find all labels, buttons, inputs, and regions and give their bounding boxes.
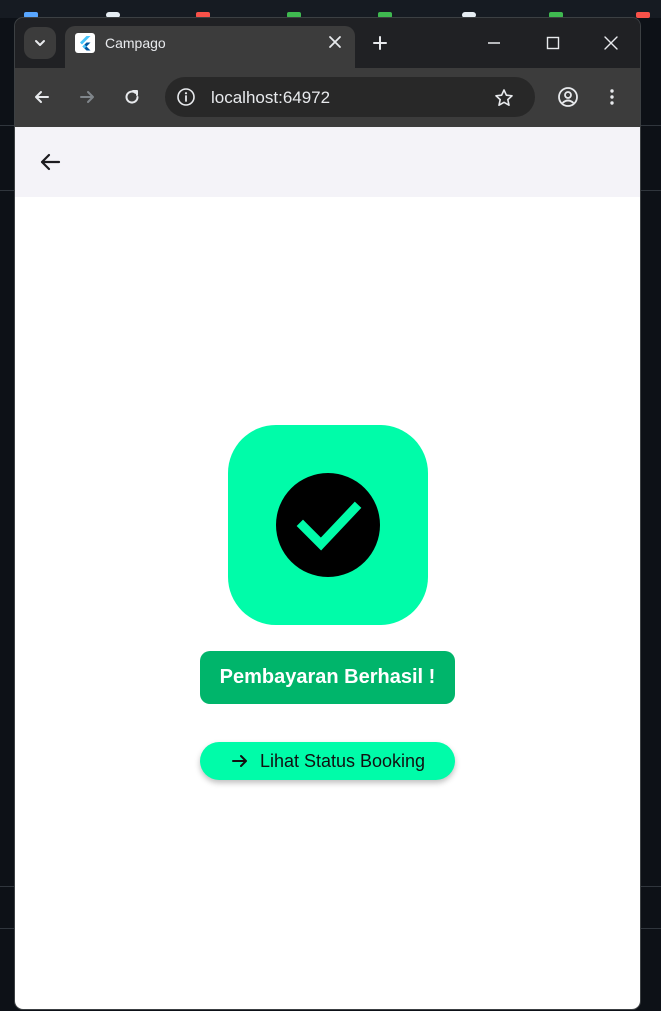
view-booking-status-button[interactable]: Lihat Status Booking xyxy=(200,742,455,780)
chevron-down-icon xyxy=(35,40,45,46)
arrow-left-icon xyxy=(35,91,49,103)
check-circle-icon xyxy=(276,473,380,577)
arrow-right-icon xyxy=(80,91,94,103)
payment-success-banner: Pembayaran Berhasil ! xyxy=(200,651,455,704)
success-illustration xyxy=(228,425,428,625)
back-button[interactable] xyxy=(35,147,65,177)
bookmark-star-icon[interactable] xyxy=(491,85,517,111)
close-icon xyxy=(604,36,618,50)
forward-nav-button[interactable] xyxy=(74,84,100,110)
browser-window: Campago localhost:64972 Pembayaran Berha… xyxy=(15,18,640,1009)
back-nav-button[interactable] xyxy=(29,84,55,110)
minimize-button[interactable] xyxy=(481,30,507,56)
payment-success-message: Pembayaran Berhasil ! xyxy=(219,666,436,688)
view-booking-status-label: Lihat Status Booking xyxy=(259,750,426,771)
url-text[interactable]: localhost:64972 xyxy=(211,88,330,108)
close-icon xyxy=(329,36,341,48)
reload-button[interactable] xyxy=(119,84,145,110)
minimize-icon xyxy=(488,42,500,44)
address-bar[interactable]: localhost:64972 xyxy=(165,77,535,117)
browser-toolbar: localhost:64972 xyxy=(15,68,640,127)
new-tab-button[interactable] xyxy=(367,30,393,56)
info-icon[interactable] xyxy=(175,86,197,108)
tab-search-button[interactable] xyxy=(24,27,56,59)
more-vert-icon xyxy=(610,89,614,105)
maximize-button[interactable] xyxy=(540,30,566,56)
page-viewport: Pembayaran Berhasil ! Lihat Status Booki… xyxy=(15,127,640,1009)
profile-button[interactable] xyxy=(555,84,581,110)
background-taskbar xyxy=(0,0,661,18)
tab-campago[interactable]: Campago xyxy=(65,26,355,68)
tab-close-button[interactable] xyxy=(323,30,347,54)
plus-icon xyxy=(373,36,387,50)
arrow-left-icon xyxy=(40,153,61,171)
arrow-right-icon xyxy=(230,751,250,771)
app-bar xyxy=(15,127,640,197)
tab-strip: Campago xyxy=(15,18,640,68)
tab-title: Campago xyxy=(105,35,166,51)
maximize-icon xyxy=(546,36,560,50)
close-window-button[interactable] xyxy=(598,30,624,56)
reload-icon xyxy=(125,90,139,104)
profile-icon xyxy=(558,87,578,107)
menu-button[interactable] xyxy=(599,84,625,110)
flutter-icon xyxy=(75,33,95,53)
